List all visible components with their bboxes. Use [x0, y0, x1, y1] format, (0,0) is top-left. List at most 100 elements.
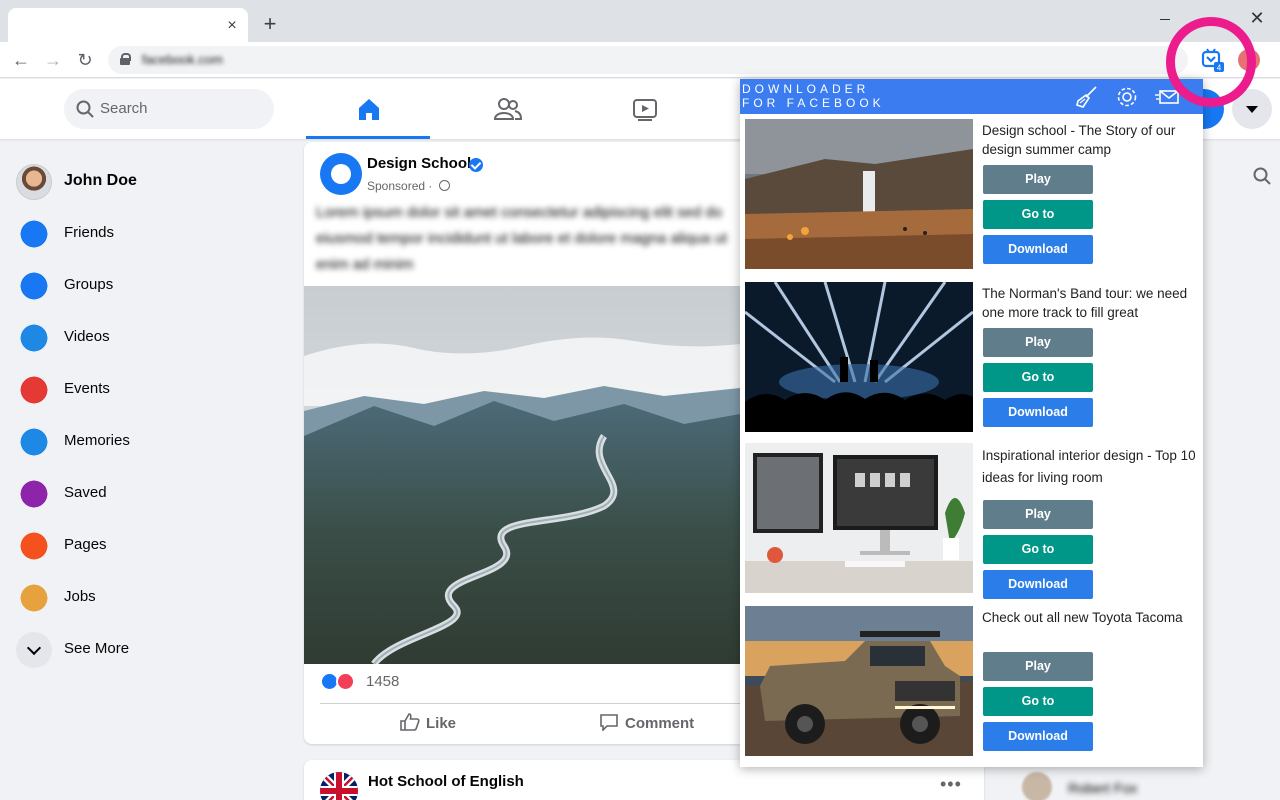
- globe-icon: [439, 180, 450, 191]
- pages-icon: [16, 528, 52, 564]
- post-author[interactable]: Design School: [367, 155, 471, 172]
- chevron-down-icon: [16, 632, 52, 668]
- post-text: Lorem ipsum dolor sit amet consectetur a…: [316, 204, 728, 273]
- video-card: The Norman's Band tour: we need one more…: [745, 282, 1200, 432]
- page-logo[interactable]: [320, 153, 362, 195]
- browser-tab[interactable]: [8, 8, 248, 42]
- search-input[interactable]: Search: [64, 89, 274, 129]
- sidebar-item-label: Saved: [64, 484, 107, 501]
- videos-icon: [16, 320, 52, 356]
- video-thumbnail-pickup-truck[interactable]: [745, 606, 973, 756]
- uk-flag-avatar[interactable]: [320, 772, 358, 800]
- video-title: Design school - The Story of our design …: [982, 123, 1176, 157]
- lock-icon: [120, 53, 131, 65]
- video-thumbnail-waterfall-landscape[interactable]: [745, 119, 973, 269]
- watch-video-icon: [633, 99, 657, 121]
- goto-button[interactable]: Go to: [983, 535, 1093, 564]
- post-menu-button[interactable]: •••: [940, 774, 962, 795]
- sidebar-item-label: Pages: [64, 536, 107, 553]
- video-title: Check out all new Toyota Tacoma: [982, 610, 1183, 625]
- download-button[interactable]: Download: [983, 398, 1093, 427]
- browser-toolbar: ← → ↻ facebook.com: [0, 42, 1280, 78]
- sidebar-item-jobs[interactable]: Jobs: [14, 576, 284, 620]
- feed-post: Design School Sponsored · Lorem ipsum do…: [304, 142, 740, 744]
- play-button[interactable]: Play: [983, 500, 1093, 529]
- saved-icon: [16, 476, 52, 512]
- video-card: Inspirational interior design - Top 10 i…: [745, 443, 1200, 599]
- downloader-popup: DOWNLOADER FOR FACEBOOK Design school - …: [740, 79, 1203, 767]
- highlight-circle: [1166, 17, 1256, 107]
- post-image-river-valley[interactable]: [304, 286, 740, 664]
- sidebar-item-videos[interactable]: Videos: [14, 316, 284, 360]
- memories-icon: [16, 424, 52, 460]
- address-bar[interactable]: facebook.com: [108, 46, 1188, 74]
- brand-line-2: FOR FACEBOOK: [742, 96, 885, 110]
- verified-badge-icon: [469, 158, 483, 172]
- gear-icon[interactable]: [1114, 84, 1140, 110]
- sidebar-item-saved[interactable]: Saved: [14, 472, 284, 516]
- love-reaction-icon: [336, 672, 355, 691]
- video-card: Design school - The Story of our design …: [745, 119, 1200, 269]
- download-button[interactable]: Download: [983, 570, 1093, 599]
- popup-header: DOWNLOADER FOR FACEBOOK: [740, 79, 1203, 114]
- tab-watch[interactable]: [582, 79, 706, 139]
- contact-avatar[interactable]: [1022, 772, 1052, 800]
- tab-home[interactable]: [306, 79, 430, 139]
- forward-arrow-icon[interactable]: →: [42, 49, 64, 71]
- sidebar-item-see-more[interactable]: See More: [14, 628, 284, 672]
- video-title: Inspirational interior design - Top 10 i…: [982, 448, 1196, 485]
- sidebar-item-memories[interactable]: Memories: [14, 420, 284, 464]
- post-sponsored-label: Sponsored ·: [367, 179, 433, 193]
- sidebar-item-label: John Doe: [64, 172, 137, 189]
- comment-icon: [600, 714, 618, 732]
- window-minimize-button[interactable]: [1156, 10, 1174, 28]
- contact-name[interactable]: Robert Fox: [1068, 780, 1137, 796]
- back-arrow-icon[interactable]: ←: [10, 49, 32, 71]
- comment-label: Comment: [625, 715, 695, 732]
- video-thumbnail-concert-stage[interactable]: [745, 282, 973, 432]
- brand-line-1: DOWNLOADER: [742, 82, 870, 96]
- play-button[interactable]: Play: [983, 652, 1093, 681]
- friends-icon: [494, 98, 522, 120]
- groups-icon: [16, 268, 52, 304]
- sidebar-item-label: See More: [64, 640, 130, 657]
- tab-friends[interactable]: [444, 79, 568, 139]
- goto-button[interactable]: Go to: [983, 687, 1093, 716]
- browser-tab-strip: × + ✕: [0, 0, 1280, 42]
- contacts-search-icon[interactable]: [1253, 167, 1271, 185]
- window-close-button[interactable]: ✕: [1247, 8, 1267, 28]
- video-thumbnail-desk-monitors[interactable]: [745, 443, 973, 593]
- goto-button[interactable]: Go to: [983, 363, 1093, 392]
- download-button[interactable]: Download: [983, 722, 1093, 751]
- thumbs-up-icon: [400, 713, 420, 731]
- play-button[interactable]: Play: [983, 165, 1093, 194]
- play-button[interactable]: Play: [983, 328, 1093, 357]
- url-text: facebook.com: [142, 52, 223, 67]
- search-placeholder: Search: [100, 100, 148, 117]
- brand-title: DOWNLOADER FOR FACEBOOK: [742, 82, 885, 110]
- comment-button[interactable]: Comment: [599, 713, 694, 732]
- sidebar-item-label: Groups: [64, 276, 114, 293]
- reaction-count[interactable]: 1458: [366, 673, 399, 690]
- like-button[interactable]: Like: [400, 713, 456, 732]
- events-icon: [16, 372, 52, 408]
- reload-icon[interactable]: ↻: [74, 49, 96, 71]
- friends-icon: [16, 216, 52, 252]
- goto-button[interactable]: Go to: [983, 200, 1093, 229]
- tab-close-icon[interactable]: ×: [222, 16, 242, 36]
- sidebar-item-events[interactable]: Events: [14, 368, 284, 412]
- post2-author[interactable]: Hot School of English: [368, 773, 524, 790]
- new-tab-button[interactable]: +: [258, 13, 282, 37]
- sidebar-item-groups[interactable]: Groups: [14, 264, 284, 308]
- sidebar-item-label: Jobs: [64, 588, 96, 605]
- search-icon: [76, 100, 94, 118]
- download-button[interactable]: Download: [983, 235, 1093, 264]
- sidebar-item-john-doe[interactable]: John Doe: [14, 160, 284, 204]
- sidebar-item-label: Memories: [64, 432, 130, 449]
- sidebar-item-friends[interactable]: Friends: [14, 212, 284, 256]
- sidebar-item-label: Videos: [64, 328, 110, 345]
- user-avatar: [16, 164, 52, 200]
- sidebar-item-label: Events: [64, 380, 110, 397]
- sidebar-item-pages[interactable]: Pages: [14, 524, 284, 568]
- broom-icon[interactable]: [1074, 84, 1100, 110]
